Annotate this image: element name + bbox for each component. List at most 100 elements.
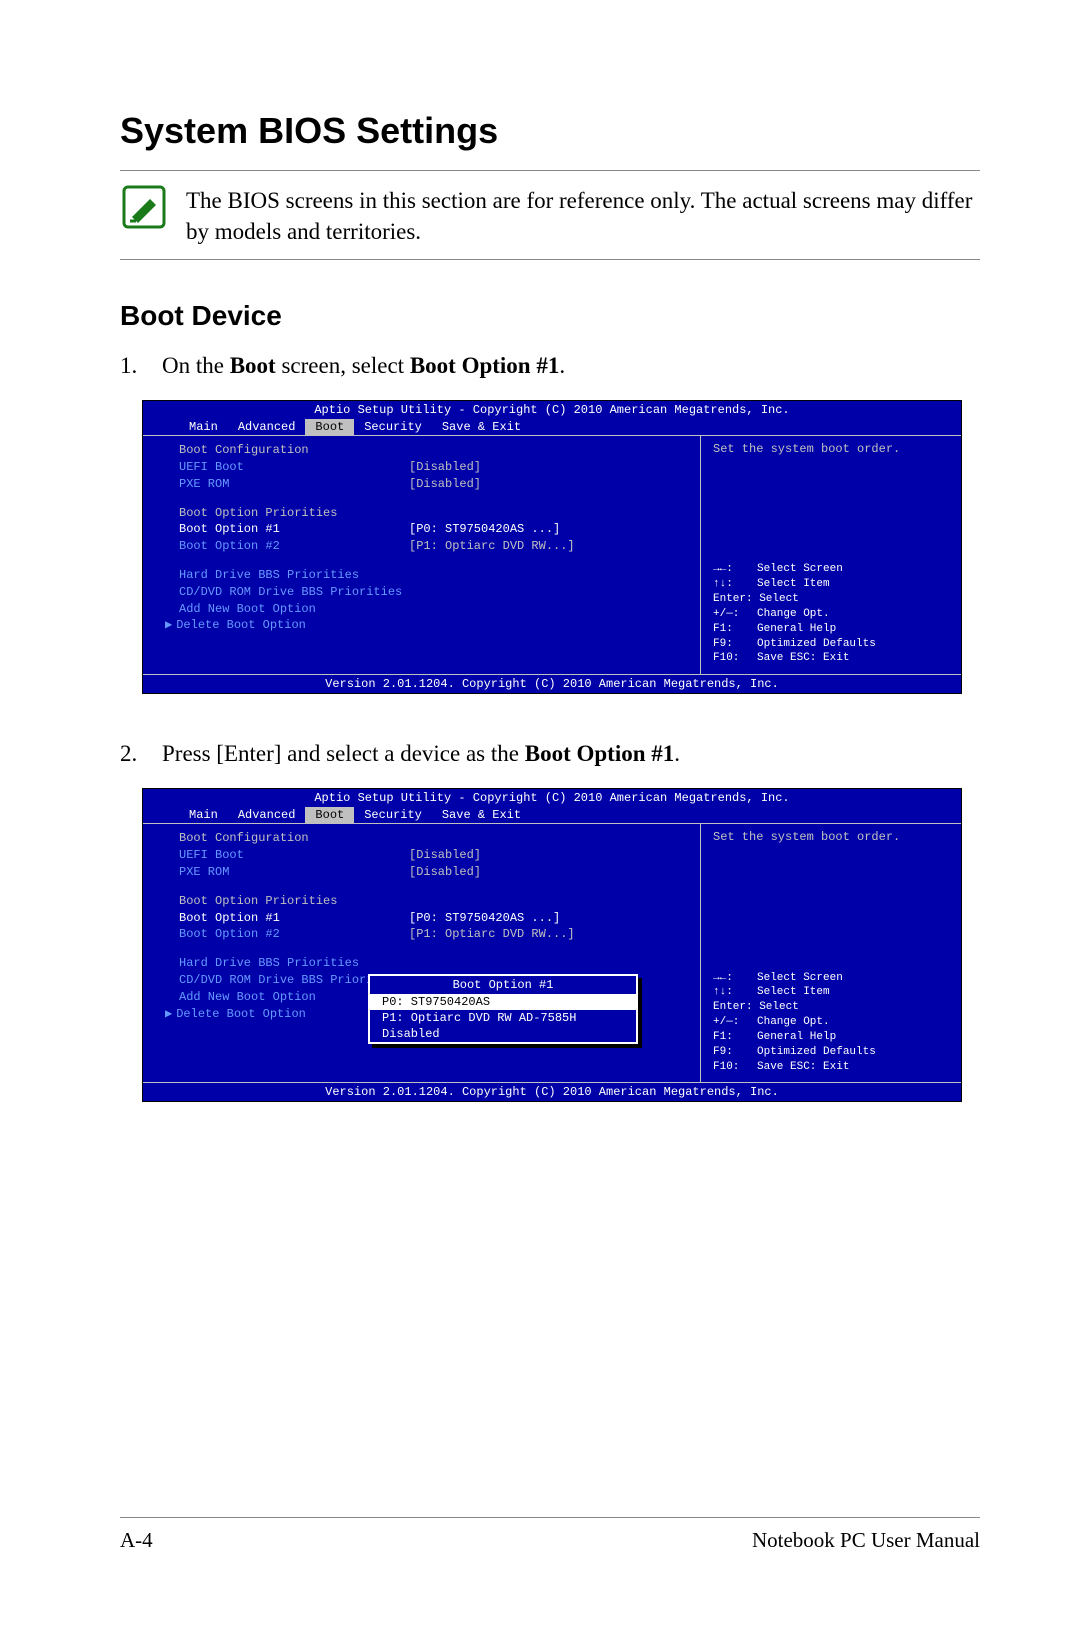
key: +/—: (713, 1015, 757, 1030)
row-pxe-rom[interactable]: PXE ROM[Disabled] (179, 476, 690, 493)
hint: Optimized Defaults (757, 1045, 876, 1060)
group-priorities: Boot Option Priorities (179, 505, 690, 522)
hint: Select Screen (757, 971, 843, 986)
popup-option-2[interactable]: P1: Optiarc DVD RW AD-7585H (370, 1010, 636, 1026)
boot-option-popup[interactable]: Boot Option #1 P0: ST9750420AS P1: Optia… (368, 974, 638, 1044)
row-delete-boot[interactable]: ▶Delete Boot Option (179, 617, 690, 634)
key: F10: (713, 651, 757, 666)
help-text: Set the system boot order. (713, 830, 949, 844)
step-2: 2. Press [Enter] and select a device as … (120, 738, 980, 770)
bios-menu: Main Advanced Boot Security Save & Exit (143, 807, 961, 823)
step-number: 2. (120, 738, 162, 770)
bios-screenshot-1: Aptio Setup Utility - Copyright (C) 2010… (142, 400, 962, 694)
step-text: Press [Enter] and select a device as the… (162, 738, 680, 770)
key-hints: →←:Select Screen ↑↓:Select Item Enter: S… (713, 971, 949, 1075)
group-boot-config: Boot Configuration (179, 830, 690, 847)
help-text: Set the system boot order. (713, 442, 949, 456)
bios-left-pane: Boot Configuration UEFI Boot[Disabled] P… (143, 436, 701, 674)
bios-header: Aptio Setup Utility - Copyright (C) 2010… (143, 789, 961, 807)
hint: Enter: Select (713, 592, 799, 607)
key: ↑↓: (713, 985, 757, 1000)
menu-save-exit[interactable]: Save & Exit (432, 419, 531, 435)
key: →←: (713, 562, 757, 577)
group-boot-config: Boot Configuration (179, 442, 690, 459)
step-number: 1. (120, 350, 162, 382)
key: F1: (713, 622, 757, 637)
popup-option-3[interactable]: Disabled (370, 1026, 636, 1042)
menu-security[interactable]: Security (354, 807, 432, 823)
spacer (179, 493, 690, 505)
key: F1: (713, 1030, 757, 1045)
page-title: System BIOS Settings (120, 110, 980, 152)
menu-main[interactable]: Main (179, 419, 228, 435)
row-boot-option-2[interactable]: Boot Option #2[P1: Optiarc DVD RW...] (179, 538, 690, 555)
key: →←: (713, 971, 757, 986)
text: screen, select (276, 353, 410, 378)
text: On the (162, 353, 230, 378)
key: ↑↓: (713, 577, 757, 592)
menu-main[interactable]: Main (179, 807, 228, 823)
popup-title: Boot Option #1 (370, 976, 636, 994)
key-hints: →←:Select Screen ↑↓:Select Item Enter: S… (713, 562, 949, 666)
row-boot-option-1[interactable]: Boot Option #1[P0: ST9750420AS ...] (179, 521, 690, 538)
bios-screenshot-2: Aptio Setup Utility - Copyright (C) 2010… (142, 788, 962, 1102)
hint: General Help (757, 622, 836, 637)
row-uefi-boot[interactable]: UEFI Boot[Disabled] (179, 847, 690, 864)
row-pxe-rom[interactable]: PXE ROM[Disabled] (179, 864, 690, 881)
hint: General Help (757, 1030, 836, 1045)
bold: Boot (230, 353, 276, 378)
row-add-boot[interactable]: Add New Boot Option (179, 601, 690, 618)
group-priorities: Boot Option Priorities (179, 893, 690, 910)
popup-option-1[interactable]: P0: ST9750420AS (370, 994, 636, 1010)
page-number: A-4 (120, 1528, 153, 1553)
menu-boot[interactable]: Boot (305, 807, 354, 823)
hint: Enter: Select (713, 1000, 799, 1015)
hint: Select Item (757, 985, 830, 1000)
manual-title: Notebook PC User Manual (752, 1528, 980, 1553)
key: F9: (713, 637, 757, 652)
bold: Boot Option #1 (410, 353, 560, 378)
bios-right-pane: Set the system boot order. →←:Select Scr… (701, 824, 961, 1082)
spacer (179, 555, 690, 567)
hint: Select Item (757, 577, 830, 592)
hint: Select Screen (757, 562, 843, 577)
page-footer: A-4 Notebook PC User Manual (120, 1517, 980, 1553)
spacer (179, 881, 690, 893)
row-boot-option-2[interactable]: Boot Option #2[P1: Optiarc DVD RW...] (179, 926, 690, 943)
row-hd-bbs[interactable]: Hard Drive BBS Priorities (179, 955, 690, 972)
hint: Change Opt. (757, 1015, 830, 1030)
step-text: On the Boot screen, select Boot Option #… (162, 350, 565, 382)
triangle-right-icon: ▶ (165, 617, 172, 634)
row-uefi-boot[interactable]: UEFI Boot[Disabled] (179, 459, 690, 476)
menu-save-exit[interactable]: Save & Exit (432, 807, 531, 823)
menu-advanced[interactable]: Advanced (228, 807, 306, 823)
step-1: 1. On the Boot screen, select Boot Optio… (120, 350, 980, 382)
hint: Save ESC: Exit (757, 651, 849, 666)
row-cd-bbs[interactable]: CD/DVD ROM Drive BBS Priorities (179, 584, 690, 601)
spacer (179, 943, 690, 955)
note-block: The BIOS screens in this section are for… (120, 170, 980, 260)
note-icon (120, 183, 168, 231)
note-text: The BIOS screens in this section are for… (186, 183, 980, 247)
bios-menu: Main Advanced Boot Security Save & Exit (143, 419, 961, 435)
bios-footer: Version 2.01.1204. Copyright (C) 2010 Am… (143, 1083, 961, 1101)
bios-footer: Version 2.01.1204. Copyright (C) 2010 Am… (143, 675, 961, 693)
section-heading: Boot Device (120, 300, 980, 332)
key: F10: (713, 1060, 757, 1075)
bios-header: Aptio Setup Utility - Copyright (C) 2010… (143, 401, 961, 419)
menu-security[interactable]: Security (354, 419, 432, 435)
hint: Change Opt. (757, 607, 830, 622)
row-hd-bbs[interactable]: Hard Drive BBS Priorities (179, 567, 690, 584)
menu-boot[interactable]: Boot (305, 419, 354, 435)
text: . (674, 741, 680, 766)
text: . (559, 353, 565, 378)
row-boot-option-1[interactable]: Boot Option #1[P0: ST9750420AS ...] (179, 910, 690, 927)
bios-right-pane: Set the system boot order. →←:Select Scr… (701, 436, 961, 674)
hint: Save ESC: Exit (757, 1060, 849, 1075)
text: Press [Enter] and select a device as the (162, 741, 525, 766)
bios-body: Boot Configuration UEFI Boot[Disabled] P… (143, 435, 961, 675)
bold: Boot Option #1 (525, 741, 675, 766)
hint: Optimized Defaults (757, 637, 876, 652)
key: +/—: (713, 607, 757, 622)
menu-advanced[interactable]: Advanced (228, 419, 306, 435)
